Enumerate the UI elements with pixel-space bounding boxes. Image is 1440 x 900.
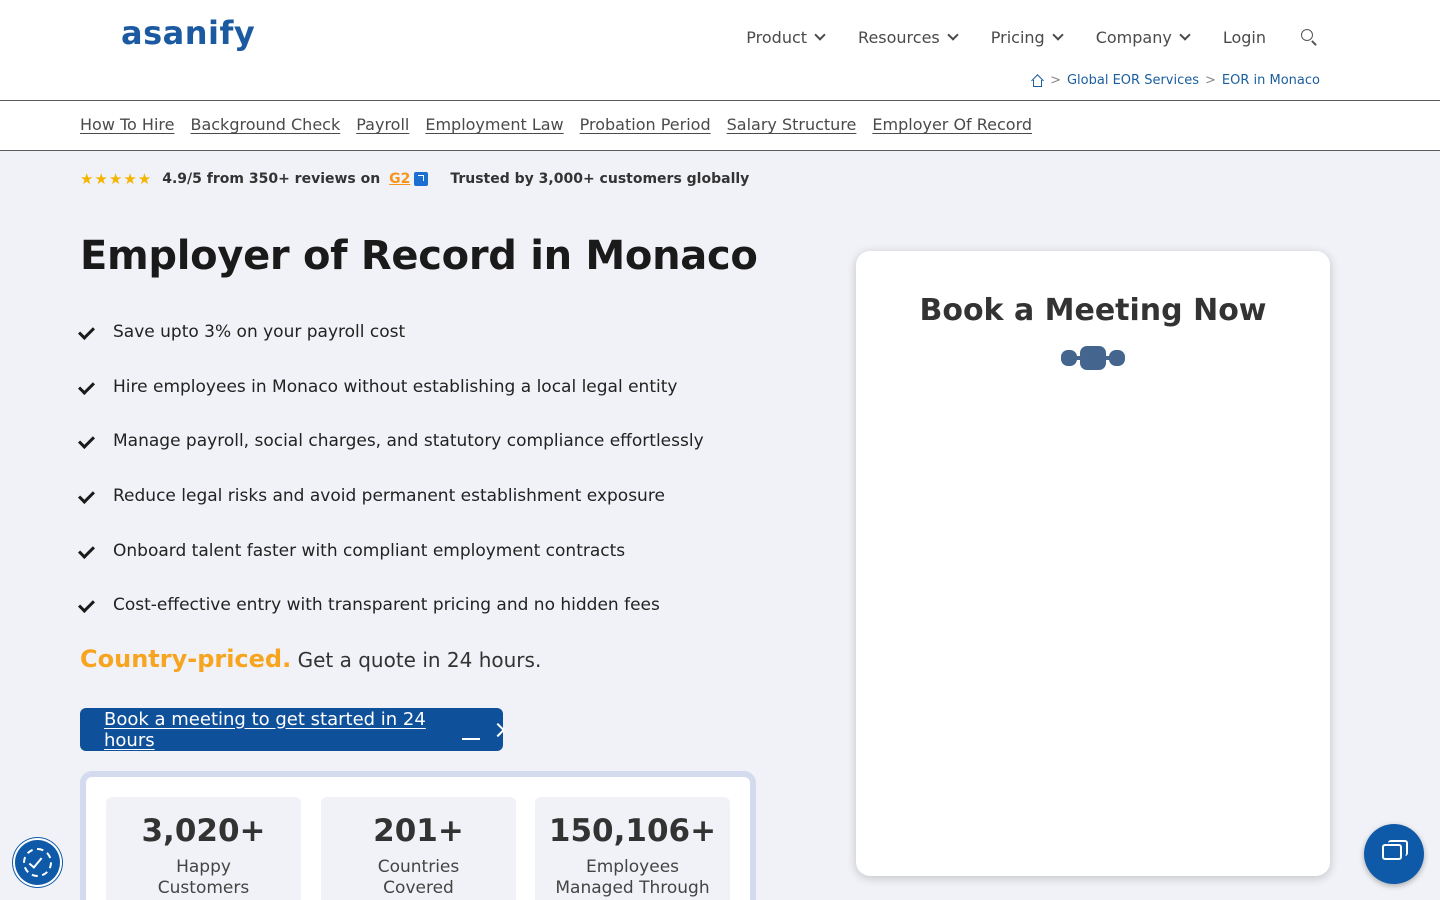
nav-company-label: Company [1095, 27, 1172, 47]
g2-link[interactable]: G2 [389, 171, 410, 187]
list-item: Cost-effective entry with transparent pr… [80, 578, 704, 633]
feature-text: Cost-effective entry with transparent pr… [113, 595, 660, 616]
site-header: asanify Product Resources Pricing Compan… [0, 0, 1440, 101]
subnav-probation-period[interactable]: Probation Period [580, 115, 711, 134]
stats-panel: 3,020+ Happy Customers Globally 201+ Cou… [80, 771, 756, 900]
subnav-employment-law[interactable]: Employment Law [425, 115, 563, 134]
search-icon[interactable] [1300, 28, 1318, 46]
stat-label: Happy Customers Globally [157, 857, 250, 900]
meeting-card: Book a Meeting Now [856, 251, 1330, 876]
rating-from-text: from 350+ reviews on [201, 171, 386, 187]
nav-login[interactable]: Login [1223, 24, 1266, 50]
stat-card: 201+ Countries Covered [321, 797, 516, 900]
pricing-highlight: Country-priced. [80, 645, 292, 673]
nav-resources[interactable]: Resources [858, 24, 959, 50]
accessibility-icon[interactable] [15, 840, 60, 885]
nav-pricing[interactable]: Pricing [990, 24, 1064, 50]
main-nav: Product Resources Pricing Company Login [746, 24, 1318, 50]
stat-value: 3,020+ [141, 813, 266, 849]
nav-pricing-label: Pricing [990, 27, 1045, 47]
nav-product[interactable]: Product [746, 24, 826, 50]
breadcrumb-separator: > [1205, 73, 1216, 88]
chevron-down-icon [1179, 29, 1191, 41]
list-item: Hire employees in Monaco without establi… [80, 360, 704, 415]
nav-product-label: Product [746, 27, 808, 47]
external-link-icon[interactable] [414, 172, 429, 186]
logo[interactable]: asanify [121, 14, 255, 52]
stat-card: 3,020+ Happy Customers Globally [106, 797, 301, 900]
subnav-how-to-hire[interactable]: How To Hire [80, 115, 174, 134]
chat-icon[interactable] [1364, 824, 1424, 884]
rating-row: ★★★★★ 4.9/5 from 350+ reviews on G2 Trus… [80, 170, 749, 188]
breadcrumb-eor-monaco[interactable]: EOR in Monaco [1222, 73, 1320, 88]
sub-nav: How To Hire Background Check Payroll Emp… [0, 101, 1440, 151]
trusted-text: Trusted by 3,000+ customers globally [450, 171, 750, 187]
rating-score: 4.9/5 [162, 171, 202, 187]
meeting-title: Book a Meeting Now [919, 293, 1267, 328]
stat-card: 150,106+ Employees Managed Through [535, 797, 730, 900]
check-icon [80, 491, 94, 501]
page-title: Employer of Record in Monaco [80, 233, 758, 279]
home-icon[interactable] [1030, 74, 1044, 87]
chevron-down-icon [1052, 29, 1064, 41]
nav-company[interactable]: Company [1095, 24, 1191, 50]
subnav-salary-structure[interactable]: Salary Structure [727, 115, 857, 134]
stat-label: Employees Managed Through [555, 857, 710, 898]
check-icon [80, 600, 94, 610]
subnav-payroll[interactable]: Payroll [356, 115, 409, 134]
check-icon [80, 546, 94, 556]
nav-login-label: Login [1222, 27, 1266, 47]
chevron-right-icon [490, 722, 506, 737]
breadcrumb-global-eor[interactable]: Global EOR Services [1067, 73, 1199, 88]
book-meeting-button[interactable]: Book a meeting to get started in 24 hour… [80, 708, 506, 751]
chevron-down-icon [814, 29, 826, 41]
check-icon [80, 327, 94, 337]
list-item: Save upto 3% on your payroll cost [80, 305, 704, 360]
feature-text: Hire employees in Monaco without establi… [113, 376, 678, 397]
pricing-text: Get a quote in 24 hours. [291, 648, 542, 672]
feature-text: Manage payroll, social charges, and stat… [113, 431, 704, 452]
list-item: Manage payroll, social charges, and stat… [80, 414, 704, 469]
breadcrumb-separator: > [1050, 73, 1061, 88]
check-icon [80, 436, 94, 446]
stat-value: 201+ [373, 813, 464, 849]
stat-value: 150,106+ [548, 813, 717, 849]
list-item: Onboard talent faster with compliant emp… [80, 523, 704, 578]
chevron-down-icon [947, 29, 959, 41]
subnav-background-check[interactable]: Background Check [190, 115, 340, 134]
nav-resources-label: Resources [858, 27, 940, 47]
stat-label: Countries Covered [377, 857, 460, 898]
star-rating-icon: ★★★★★ [80, 170, 153, 188]
loading-spinner-icon [1061, 346, 1125, 370]
feature-text: Onboard talent faster with compliant emp… [113, 540, 626, 561]
breadcrumb: > Global EOR Services > EOR in Monaco [1030, 73, 1320, 88]
cta-arrow-underline [462, 738, 480, 740]
book-meeting-button-label: Book a meeting to get started in 24 hour… [104, 708, 426, 751]
feature-text: Reduce legal risks and avoid permanent e… [113, 486, 665, 507]
feature-list: Save upto 3% on your payroll cost Hire e… [80, 305, 704, 633]
list-item: Reduce legal risks and avoid permanent e… [80, 469, 704, 524]
feature-text: Save upto 3% on your payroll cost [113, 322, 406, 343]
subnav-employer-of-record[interactable]: Employer Of Record [872, 115, 1032, 134]
check-icon [80, 382, 94, 392]
pricing-tagline: Country-priced. Get a quote in 24 hours. [80, 645, 541, 673]
